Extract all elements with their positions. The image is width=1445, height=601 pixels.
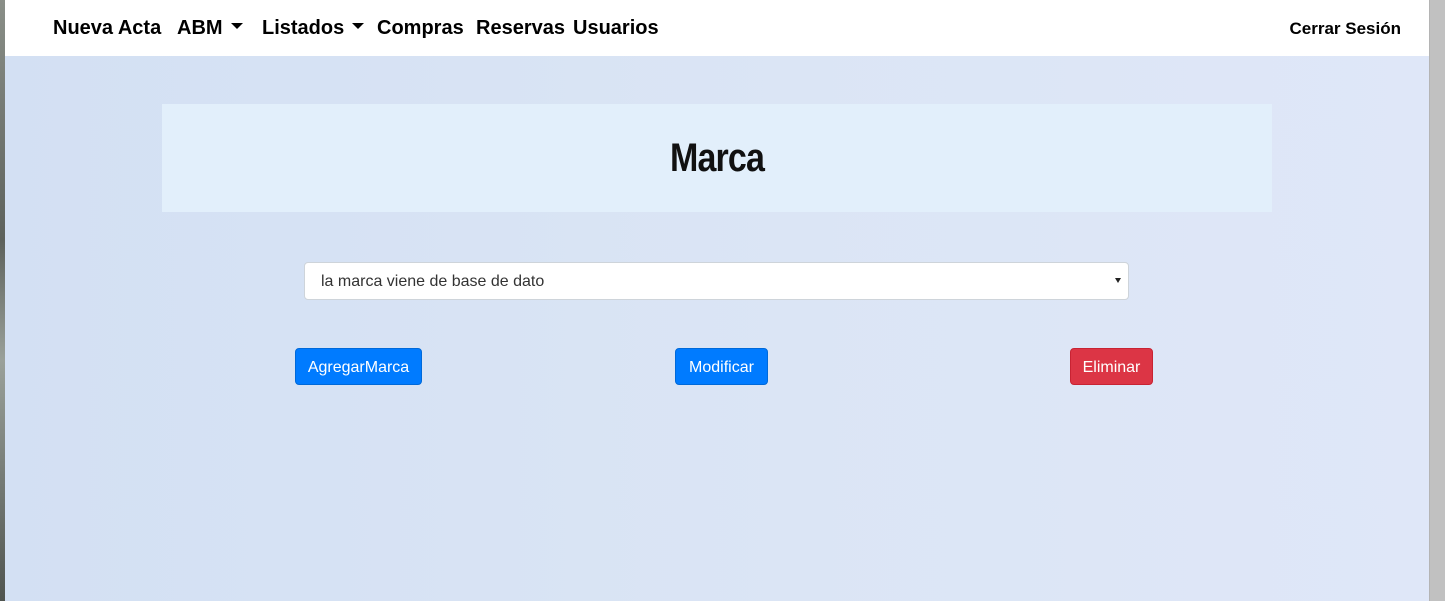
nav-item-label: Nueva Acta (53, 17, 162, 39)
chevron-down-icon (1115, 278, 1121, 283)
marca-select-value: la marca viene de base de dato (321, 273, 545, 290)
nav-item-label: Listados (262, 17, 345, 39)
nav-item-label: Usuarios (573, 17, 659, 39)
chevron-down-icon (230, 22, 243, 29)
marca-select[interactable]: la marca viene de base de dato (304, 262, 1129, 300)
nav-item-compras[interactable]: Compras (377, 16, 464, 40)
nav-item-label: ABM (177, 17, 223, 39)
logout-link[interactable]: Cerrar Sesión (1290, 18, 1402, 40)
delete-button[interactable]: Eliminar (1070, 348, 1153, 385)
modify-button[interactable]: Modificar (675, 348, 768, 385)
page-title: Marca (669, 136, 765, 180)
nav-item-label: Reservas (476, 17, 565, 39)
top-navbar: Nueva Acta ABM Listados Compras Reservas… (5, 0, 1430, 56)
page: Nueva Acta ABM Listados Compras Reservas… (5, 0, 1430, 601)
nav-item-listados[interactable]: Listados (262, 16, 365, 40)
nav-item-reservas[interactable]: Reservas (476, 16, 565, 40)
scrollbar[interactable] (1429, 0, 1445, 601)
nav-item-abm[interactable]: ABM (177, 16, 243, 40)
nav-item-usuarios[interactable]: Usuarios (573, 16, 659, 40)
title-banner: Marca (162, 104, 1272, 212)
chevron-down-icon (352, 22, 365, 29)
nav-item-label: Compras (377, 17, 464, 39)
nav-item-nueva-acta[interactable]: Nueva Acta (53, 16, 161, 40)
add-marca-button[interactable]: AgregarMarca (295, 348, 422, 385)
